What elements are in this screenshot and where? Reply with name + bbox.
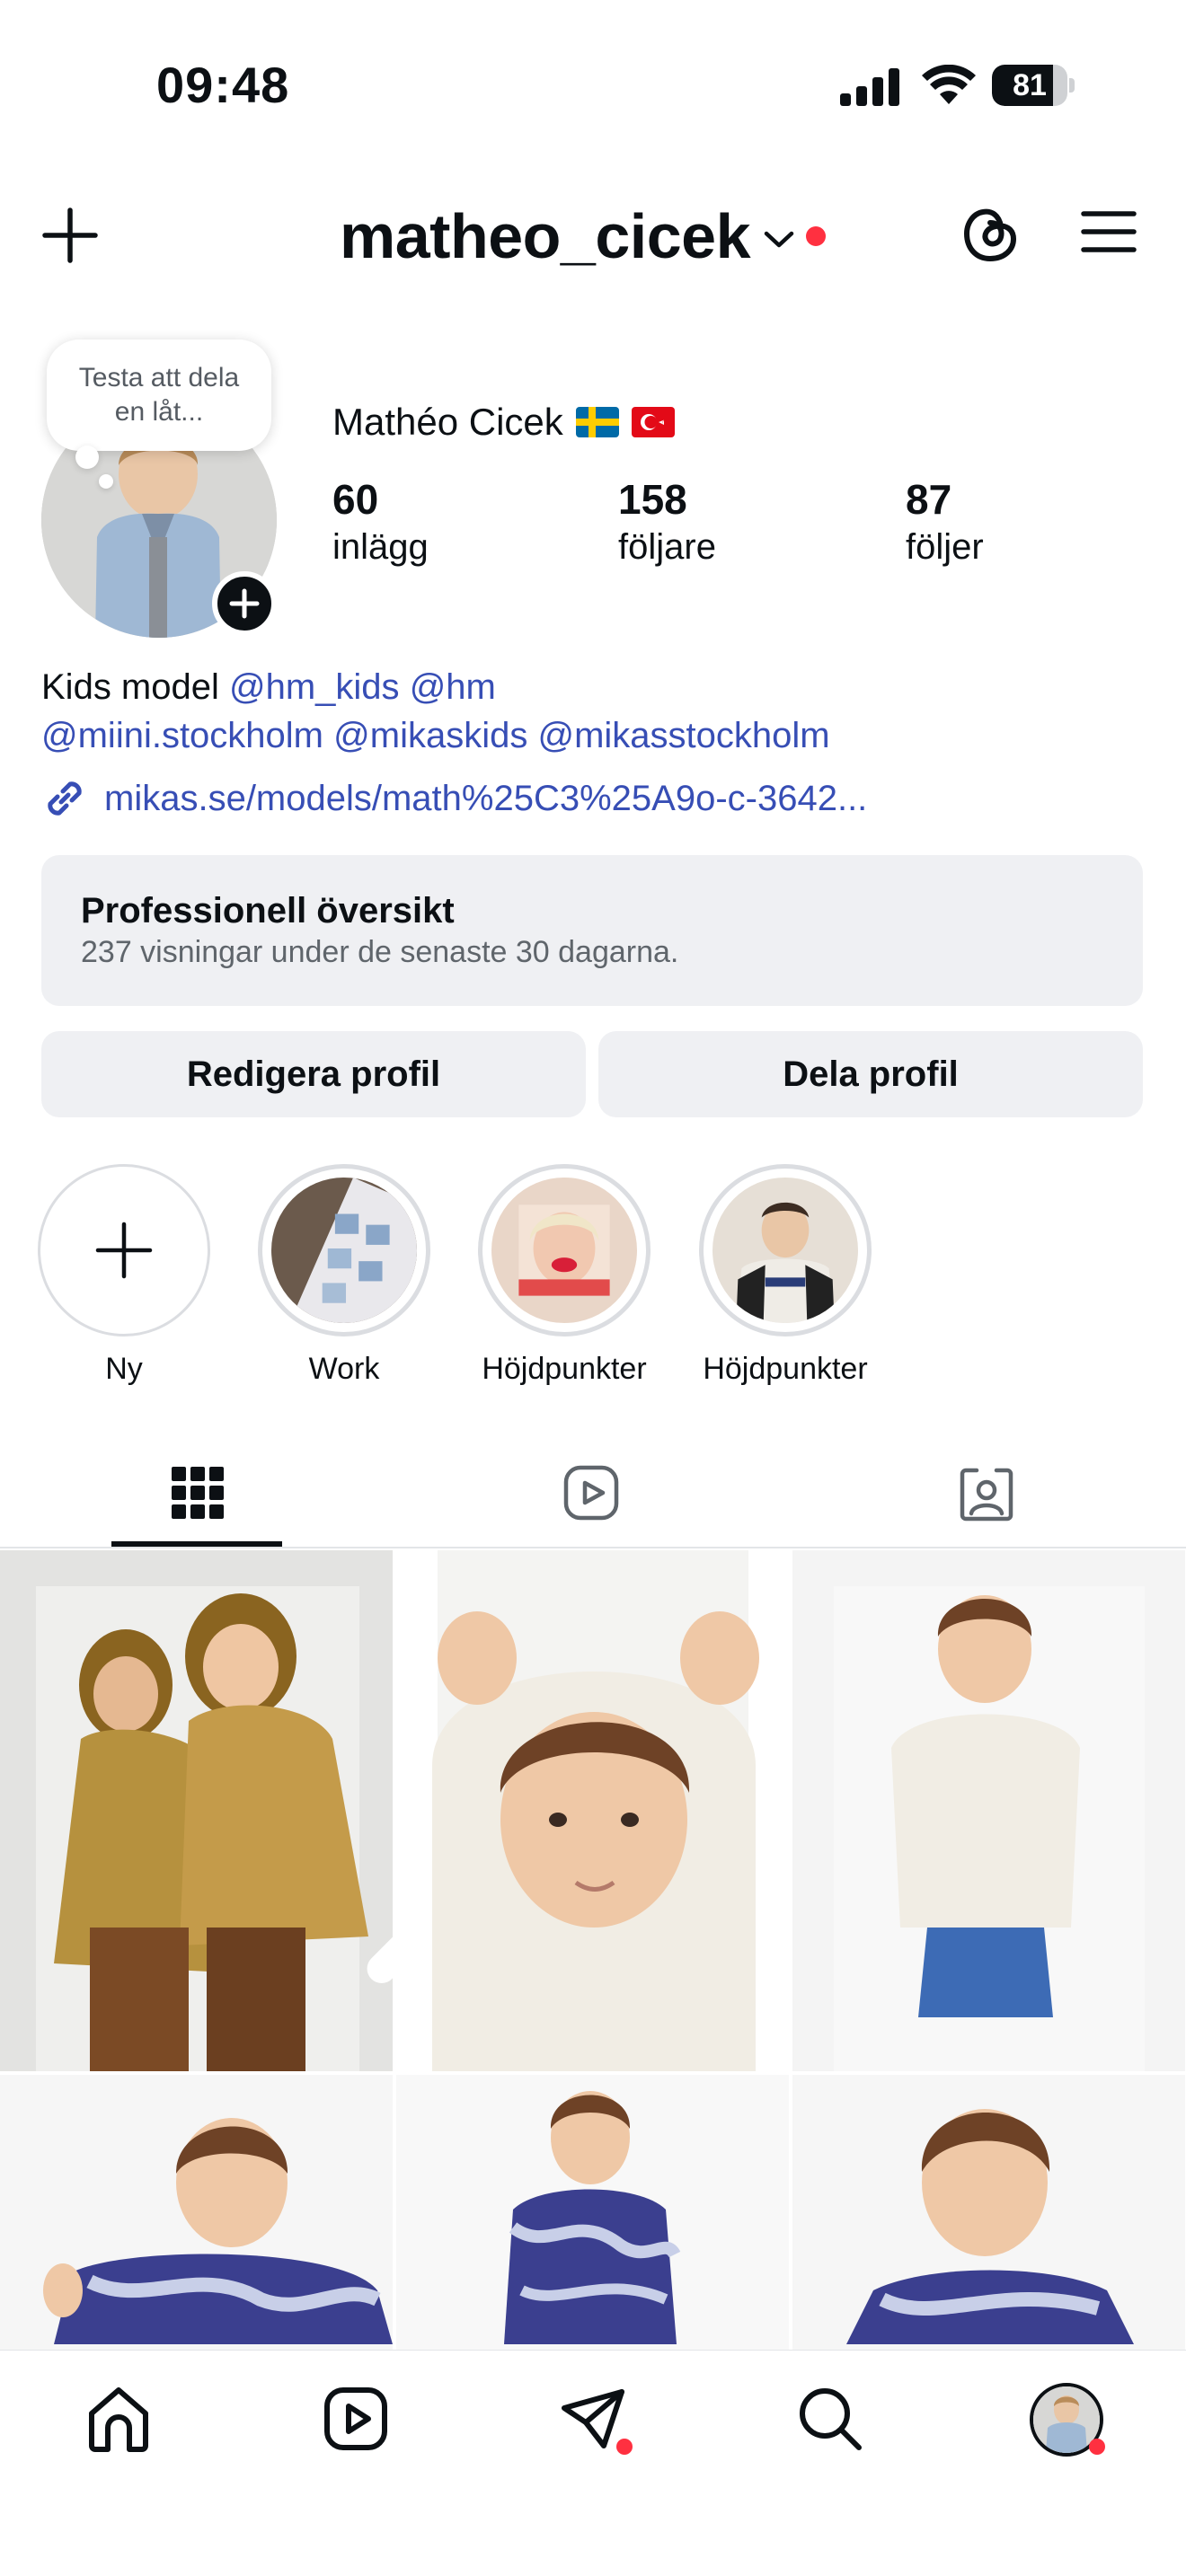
stat-followers-label: följare — [618, 527, 716, 567]
chevron-down-icon — [764, 231, 794, 248]
plus-icon — [95, 1222, 153, 1279]
bio: Kids model @hm_kids @hm @miini.stockholm… — [41, 663, 1146, 760]
home-icon — [89, 2387, 148, 2452]
notification-dot — [1089, 2439, 1105, 2455]
mention-link[interactable]: @hm — [410, 667, 496, 707]
mention-link[interactable]: @mikasstockholm — [537, 716, 829, 755]
stat-following-count: 87 — [906, 476, 952, 523]
reels-icon — [563, 1465, 619, 1521]
status-time: 09:48 — [156, 57, 290, 113]
menu-icon[interactable] — [1080, 208, 1137, 255]
nav-direct[interactable] — [557, 2383, 633, 2455]
stat-following[interactable]: 87 följer — [906, 474, 984, 569]
bio-text: Kids model — [41, 667, 219, 707]
posts-grid — [0, 1550, 1186, 2359]
tab-reels[interactable] — [394, 1437, 789, 1548]
highlight-label: Work — [308, 1352, 380, 1386]
cellular-signal-icon — [840, 68, 899, 106]
plus-icon — [229, 588, 260, 619]
note-bubble[interactable]: Testa att dela en låt... — [47, 340, 271, 451]
dashboard-title: Professionell översikt — [81, 891, 455, 931]
highlight-new[interactable]: Ny — [34, 1164, 214, 1389]
account-switcher[interactable]: matheo_cicek — [340, 196, 827, 277]
create-plus-icon[interactable] — [41, 207, 99, 264]
bottom-navigation — [0, 2350, 1186, 2576]
stat-posts-count: 60 — [332, 476, 379, 523]
grid-icon — [172, 1467, 224, 1519]
notification-dot — [806, 226, 827, 246]
reels-icon — [324, 2387, 387, 2450]
nav-search[interactable] — [794, 2383, 866, 2455]
highlight-cover — [258, 1164, 430, 1337]
note-text: Testa att dela en låt... — [78, 363, 240, 427]
post-thumbnail[interactable] — [396, 2075, 789, 2359]
post-thumbnail[interactable] — [0, 1550, 393, 2071]
status-bar: 09:48 81 — [0, 0, 1186, 171]
mention-link[interactable]: @hm_kids — [229, 667, 400, 707]
highlight-hojdpunkter-2[interactable]: Höjdpunkter — [695, 1164, 875, 1389]
highlight-new-circle — [38, 1164, 210, 1337]
battery-percentage: 81 — [1013, 68, 1047, 102]
note-bubble-tail-small — [99, 474, 113, 489]
stat-followers-count: 158 — [618, 476, 687, 523]
highlight-label: Höjdpunkter — [703, 1352, 868, 1386]
dashboard-subtitle: 237 visningar under de senaste 30 dagarn… — [81, 935, 679, 969]
active-tab-indicator — [111, 1541, 282, 1547]
nav-reels[interactable] — [320, 2383, 392, 2455]
sweden-flag-icon — [575, 407, 619, 437]
stat-posts-label: inlägg — [332, 527, 429, 567]
tab-tagged[interactable] — [789, 1437, 1184, 1548]
profile-name-text: Mathéo Cicek — [332, 401, 563, 443]
bio-link-text: mikas.se/models/math%25C3%25A9o-c-3642..… — [104, 778, 868, 818]
stat-followers[interactable]: 158 följare — [618, 474, 716, 569]
note-bubble-tail — [75, 446, 99, 469]
edit-profile-button[interactable]: Redigera profil — [41, 1031, 586, 1117]
tagged-icon — [960, 1468, 1013, 1522]
username: matheo_cicek — [340, 201, 751, 271]
post-thumbnail[interactable] — [0, 2075, 393, 2359]
threads-icon[interactable] — [960, 199, 1019, 264]
tab-posts-grid[interactable] — [0, 1437, 395, 1548]
link-icon — [48, 781, 82, 816]
nav-home[interactable] — [83, 2383, 155, 2455]
highlight-label: Höjdpunkter — [482, 1352, 647, 1386]
notification-dot — [616, 2439, 633, 2455]
wifi-icon — [922, 65, 976, 104]
post-thumbnail[interactable] — [792, 1550, 1185, 2071]
bio-external-link[interactable]: mikas.se/models/math%25C3%25A9o-c-3642..… — [41, 774, 867, 823]
profile-tabs — [0, 1437, 1186, 1548]
highlight-cover — [699, 1164, 872, 1337]
stat-following-label: följer — [906, 527, 984, 567]
share-profile-button[interactable]: Dela profil — [598, 1031, 1143, 1117]
post-thumbnail[interactable] — [792, 2075, 1185, 2359]
add-story-button[interactable] — [212, 571, 277, 636]
battery-indicator: 81 — [992, 65, 1075, 106]
highlight-label: Ny — [105, 1352, 143, 1386]
post-thumbnail[interactable] — [396, 1550, 789, 2071]
pin-icon — [367, 1936, 393, 1983]
search-icon — [800, 2388, 862, 2450]
mention-link[interactable]: @miini.stockholm — [41, 716, 323, 755]
professional-dashboard[interactable]: Professionell översikt 237 visningar und… — [41, 855, 1143, 1006]
highlight-work[interactable]: Work — [254, 1164, 434, 1389]
highlight-hojdpunkter-1[interactable]: Höjdpunkter — [474, 1164, 654, 1389]
highlight-cover — [478, 1164, 651, 1337]
mention-link[interactable]: @mikaskids — [333, 716, 527, 755]
profile-header: matheo_cicek — [0, 180, 1186, 287]
profile-fullname: Mathéo Cicek — [332, 399, 675, 446]
stat-posts[interactable]: 60 inlägg — [332, 474, 429, 569]
turkey-flag-icon — [631, 407, 675, 437]
